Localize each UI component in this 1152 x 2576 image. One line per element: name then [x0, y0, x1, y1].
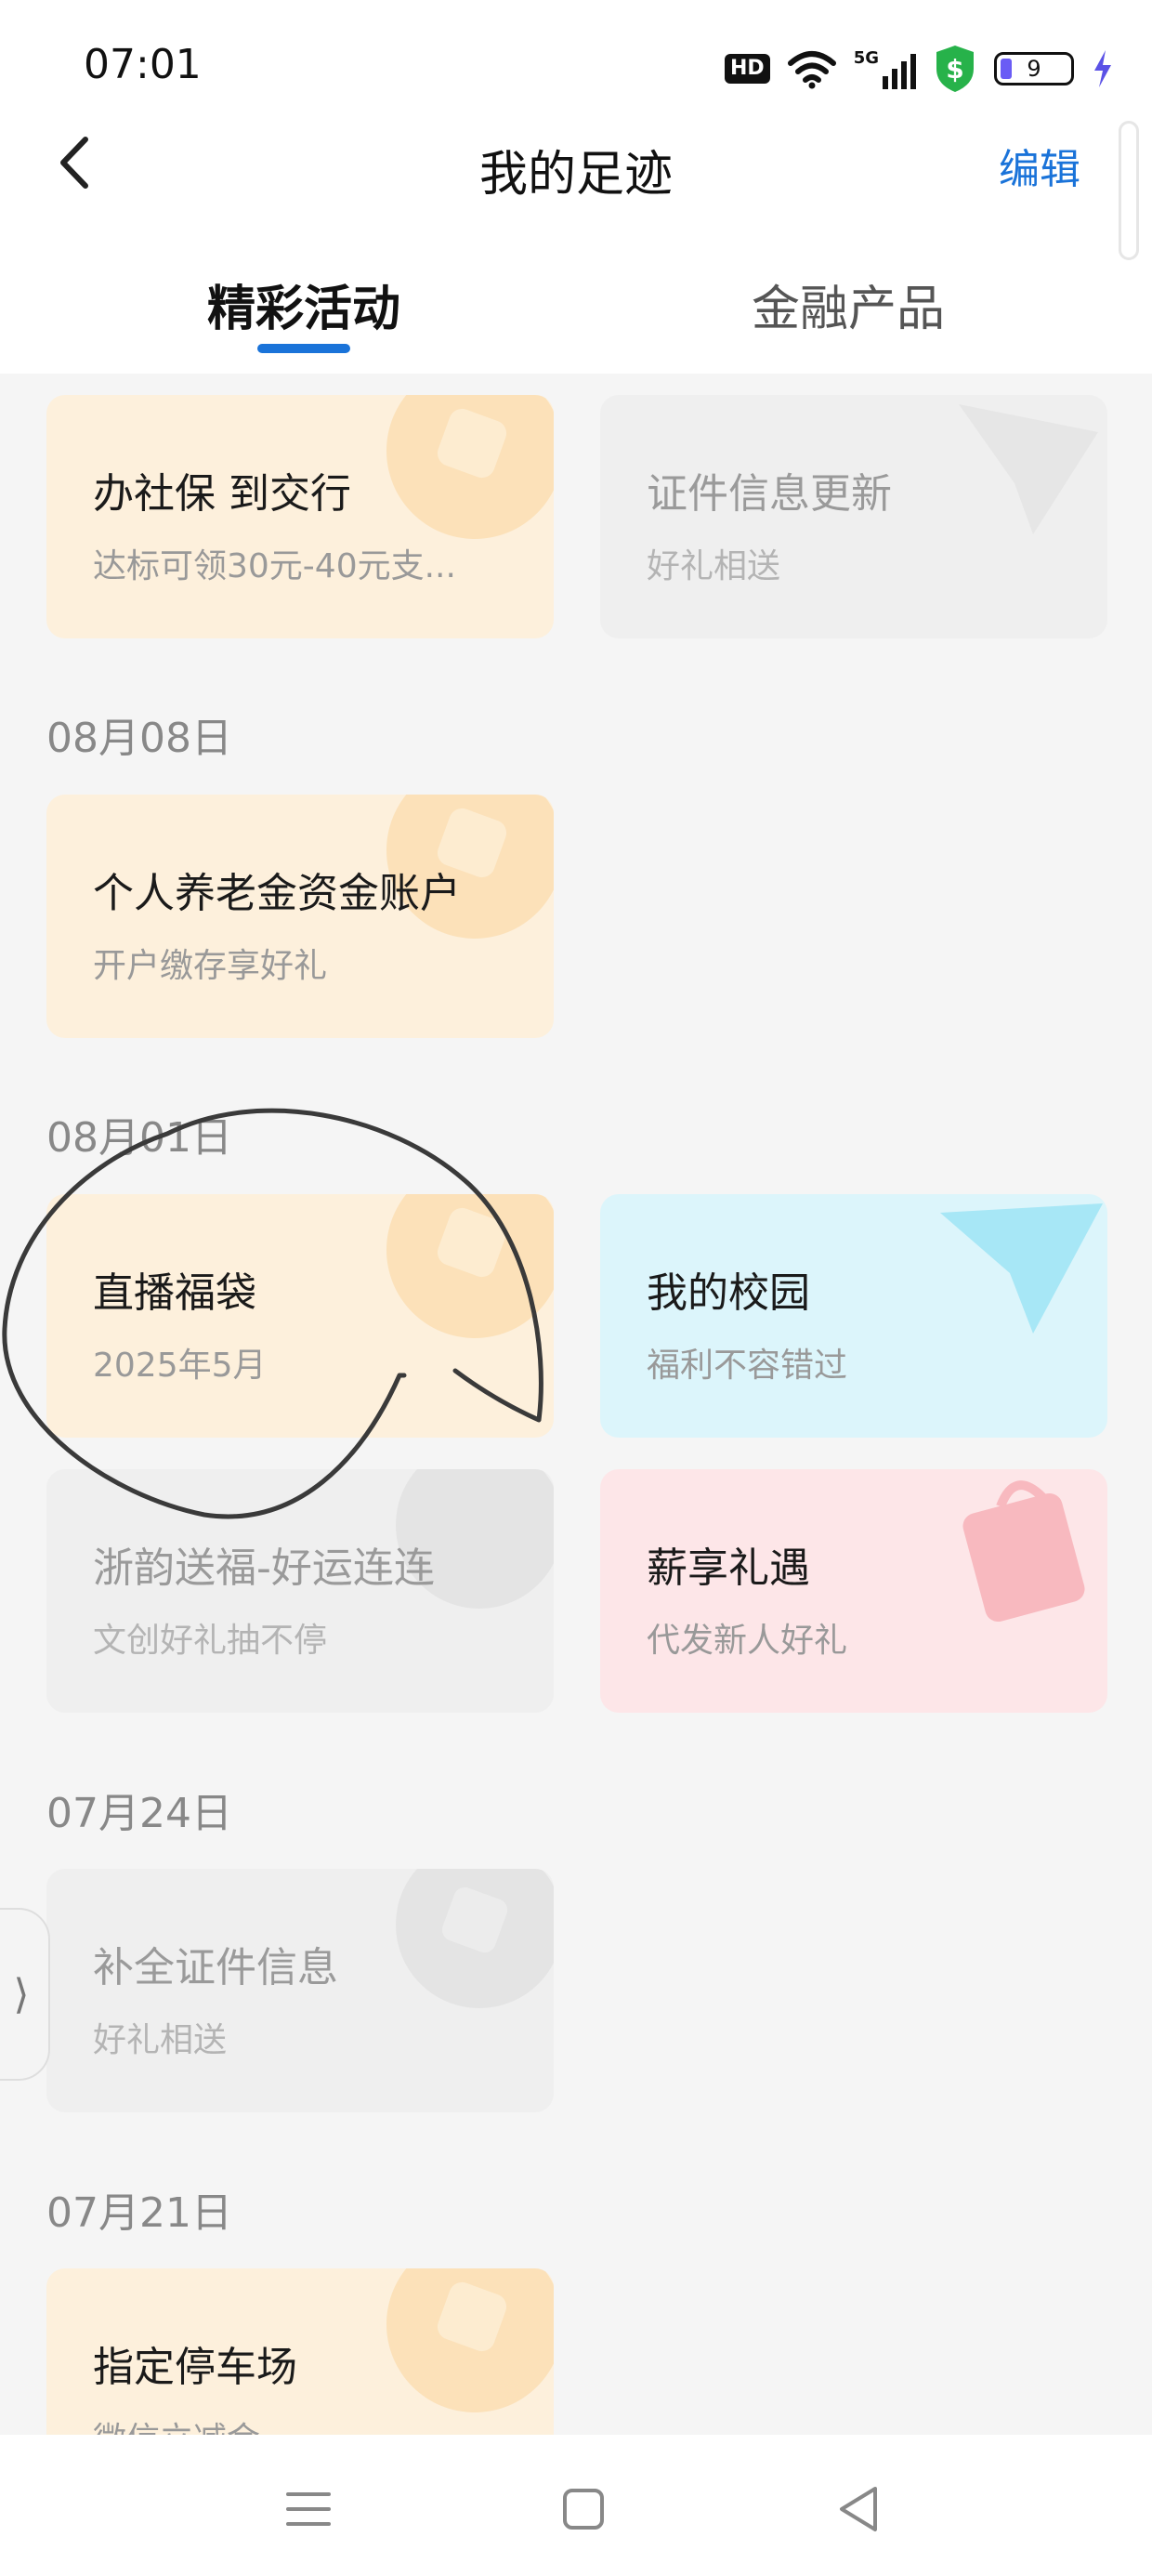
date-label: 07月21日: [46, 2189, 232, 2237]
menu-button[interactable]: [271, 2472, 346, 2546]
page-title: 我的足迹: [478, 147, 673, 203]
card-subtitle: 代发新人好礼: [647, 1622, 848, 1660]
svg-text:$: $: [946, 54, 963, 85]
card-title: 指定停车场: [93, 2344, 297, 2391]
chevron-right-icon: ⟩: [13, 1970, 30, 2018]
charging-icon: [1094, 50, 1111, 87]
card-subtitle: 2025年5月: [93, 1347, 267, 1385]
status-icons: HD 5G $ 9: [725, 41, 1115, 97]
security-shield-icon: $: [936, 46, 974, 92]
scrollbar[interactable]: [1119, 121, 1139, 260]
tab-activities[interactable]: 精彩活动: [118, 269, 490, 339]
card-subtitle: 福利不容错过: [647, 1347, 848, 1385]
battery-level: 9: [1027, 56, 1041, 82]
card-title: 补全证件信息: [93, 1944, 338, 1991]
date-label: 08月01日: [46, 1114, 232, 1162]
signal-5g-icon: 5G: [854, 48, 916, 89]
activity-card[interactable]: 证件信息更新 好礼相送: [600, 395, 1107, 638]
activity-card[interactable]: 补全证件信息 好礼相送: [46, 1869, 554, 2112]
battery-icon: 9: [994, 52, 1074, 85]
card-subtitle: 文创好礼抽不停: [93, 1622, 328, 1660]
card-title: 直播福袋: [93, 1269, 256, 1317]
card-title: 薪享礼遇: [647, 1544, 810, 1592]
gift-bag-decoration-icon: [962, 1480, 1085, 1623]
date-label: 07月24日: [46, 1790, 232, 1837]
home-square-icon: [563, 2489, 604, 2530]
menu-icon: [286, 2492, 331, 2526]
card-subtitle: 达标可领30元-40元支...: [93, 547, 456, 585]
activity-card[interactable]: 我的校园 福利不容错过: [600, 1194, 1107, 1438]
card-title: 我的校园: [647, 1269, 810, 1317]
home-button[interactable]: [546, 2472, 621, 2546]
paper-plane-decoration-icon: [940, 1203, 1103, 1334]
tab-indicator: [257, 344, 350, 353]
back-nav-button[interactable]: [821, 2472, 896, 2546]
paper-plane-decoration-icon: [959, 404, 1098, 534]
wifi-icon: [787, 51, 836, 89]
network-type: 5G: [853, 48, 879, 68]
status-time: 07:01: [84, 41, 202, 88]
tab-finance-products[interactable]: 金融产品: [662, 269, 1034, 339]
hd-icon: HD: [725, 54, 770, 84]
coin-decoration-icon: [396, 1869, 554, 2008]
edit-button[interactable]: 编辑: [999, 136, 1080, 195]
activity-card[interactable]: 薪享礼遇 代发新人好礼: [600, 1469, 1107, 1713]
card-title: 浙韵送福-好运连连: [93, 1544, 435, 1592]
activity-card[interactable]: 浙韵送福-好运连连 文创好礼抽不停: [46, 1469, 554, 1713]
date-label: 08月08日: [46, 715, 232, 762]
activity-card[interactable]: 个人养老金资金账户 开户缴存享好礼: [46, 795, 554, 1038]
coin-decoration-icon: [386, 1194, 554, 1338]
card-subtitle: 开户缴存享好礼: [93, 947, 328, 985]
activity-card[interactable]: 直播福袋 2025年5月: [46, 1194, 554, 1438]
activity-card[interactable]: 办社保 到交行 达标可领30元-40元支...: [46, 395, 554, 638]
card-title: 证件信息更新: [647, 470, 892, 518]
back-triangle-icon: [840, 2487, 877, 2531]
card-title: 办社保 到交行: [93, 470, 351, 518]
card-subtitle: 好礼相送: [647, 547, 781, 585]
coin-decoration-icon: [386, 2268, 554, 2412]
side-drawer-handle[interactable]: ⟩: [0, 1908, 50, 2081]
card-title: 个人养老金资金账户: [93, 870, 461, 917]
card-subtitle: 好礼相送: [93, 2021, 228, 2059]
